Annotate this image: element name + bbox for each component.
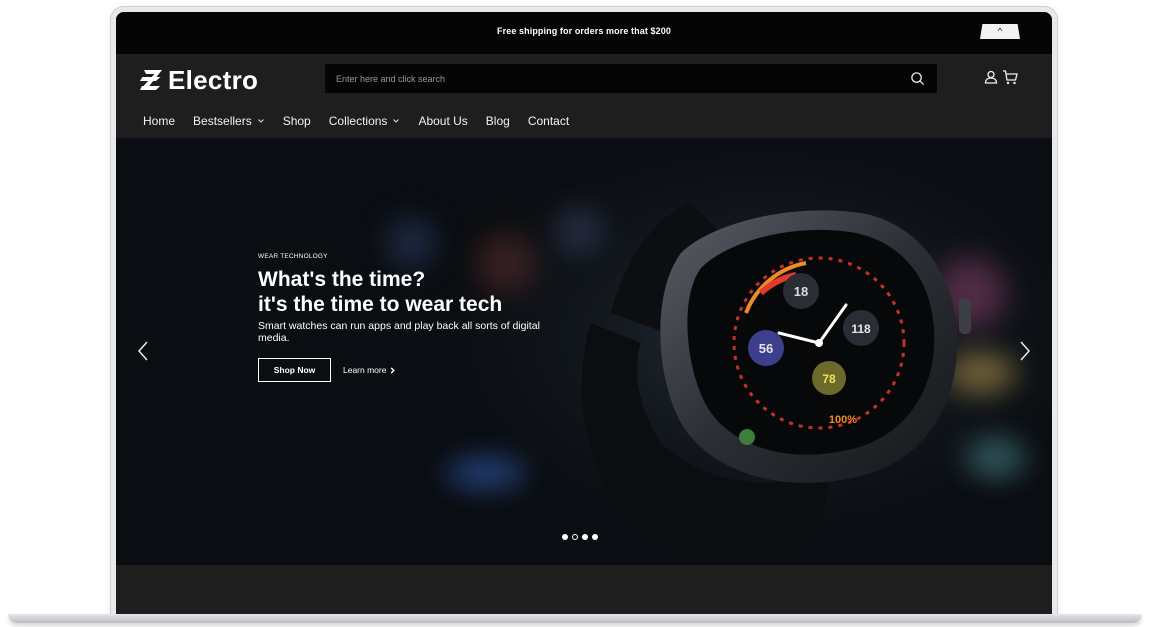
laptop-base (8, 614, 1142, 623)
search-input[interactable] (325, 64, 895, 93)
announcement-text: Free shipping for orders more that $200 (497, 26, 671, 36)
ring-readout: 100% (829, 414, 857, 426)
nav-item-shop[interactable]: Shop (283, 114, 311, 128)
chevron-down-icon (257, 119, 264, 123)
search-icon[interactable] (910, 71, 925, 86)
nav-item-label: Shop (282, 114, 311, 128)
next-slide-arrow-icon[interactable] (1018, 340, 1032, 362)
slide-dot-1[interactable] (562, 534, 568, 540)
previous-slide-arrow-icon[interactable] (136, 340, 150, 362)
nav-item-label: Contact (527, 114, 570, 128)
nav-item-about-us[interactable]: About Us (418, 114, 467, 128)
site-header: Electro Home Bestsellers Shop Collection… (116, 54, 1052, 138)
search-bar (325, 64, 937, 93)
cart-icon[interactable] (1002, 69, 1018, 85)
hero-description: Smart watches can run apps and play back… (258, 320, 540, 344)
collapse-topbar-button[interactable]: ^ (980, 24, 1020, 39)
slider-pagination (562, 534, 602, 540)
nav-item-contact[interactable]: Contact (528, 114, 569, 128)
slide-dot-3[interactable] (582, 534, 588, 540)
brand-name: Electro (168, 64, 259, 95)
announcement-bar: Free shipping for orders more that $200 … (116, 12, 1052, 54)
browser-screen: Free shipping for orders more that $200 … (116, 12, 1052, 614)
complication-top: 18 (794, 284, 808, 299)
learn-more-label: Learn more (343, 365, 387, 375)
hero-cta-row: Shop Now Learn more (258, 358, 588, 382)
shop-now-button[interactable]: Shop Now (258, 358, 331, 382)
learn-more-link[interactable]: Learn more (343, 365, 396, 375)
slide-dot-4[interactable] (592, 534, 598, 540)
hero-content: WEAR TECHNOLOGY What's the time? it's th… (258, 253, 588, 382)
complication-bottom: 78 (822, 372, 836, 386)
chevron-right-icon (390, 366, 395, 374)
user-icon[interactable] (984, 70, 998, 84)
electro-logo-icon (139, 70, 162, 90)
nav-item-label: About Us (418, 114, 468, 128)
smartwatch-image: 18 56 118 78 100% (581, 203, 971, 553)
brand-logo[interactable]: Electro (138, 65, 258, 95)
nav-item-home[interactable]: Home (143, 114, 175, 128)
nav-item-bestsellers[interactable]: Bestsellers (193, 114, 265, 128)
hero-eyebrow: WEAR TECHNOLOGY (258, 253, 328, 260)
complication-left: 56 (759, 341, 773, 356)
chevron-down-icon (393, 119, 400, 123)
nav-item-label: Blog (485, 114, 510, 128)
main-navigation: Home Bestsellers Shop Collections About … (143, 114, 587, 128)
hero-headline-line-1: What's the time? (258, 268, 426, 291)
hero-slider: 18 56 118 78 100% WEAR TECHNOLOGY What's… (116, 138, 1052, 565)
bokeh-light (446, 458, 526, 488)
complication-right: 118 (851, 322, 871, 336)
slide-dot-2[interactable] (572, 534, 578, 540)
hero-headline-line-2: it's the time to wear tech (258, 293, 503, 316)
nav-item-label: Collections (328, 114, 388, 128)
nav-item-blog[interactable]: Blog (486, 114, 510, 128)
nav-item-collections[interactable]: Collections (329, 114, 401, 128)
nav-item-label: Bestsellers (193, 114, 252, 128)
nav-item-label: Home (143, 114, 176, 128)
below-hero-section (116, 565, 1052, 614)
